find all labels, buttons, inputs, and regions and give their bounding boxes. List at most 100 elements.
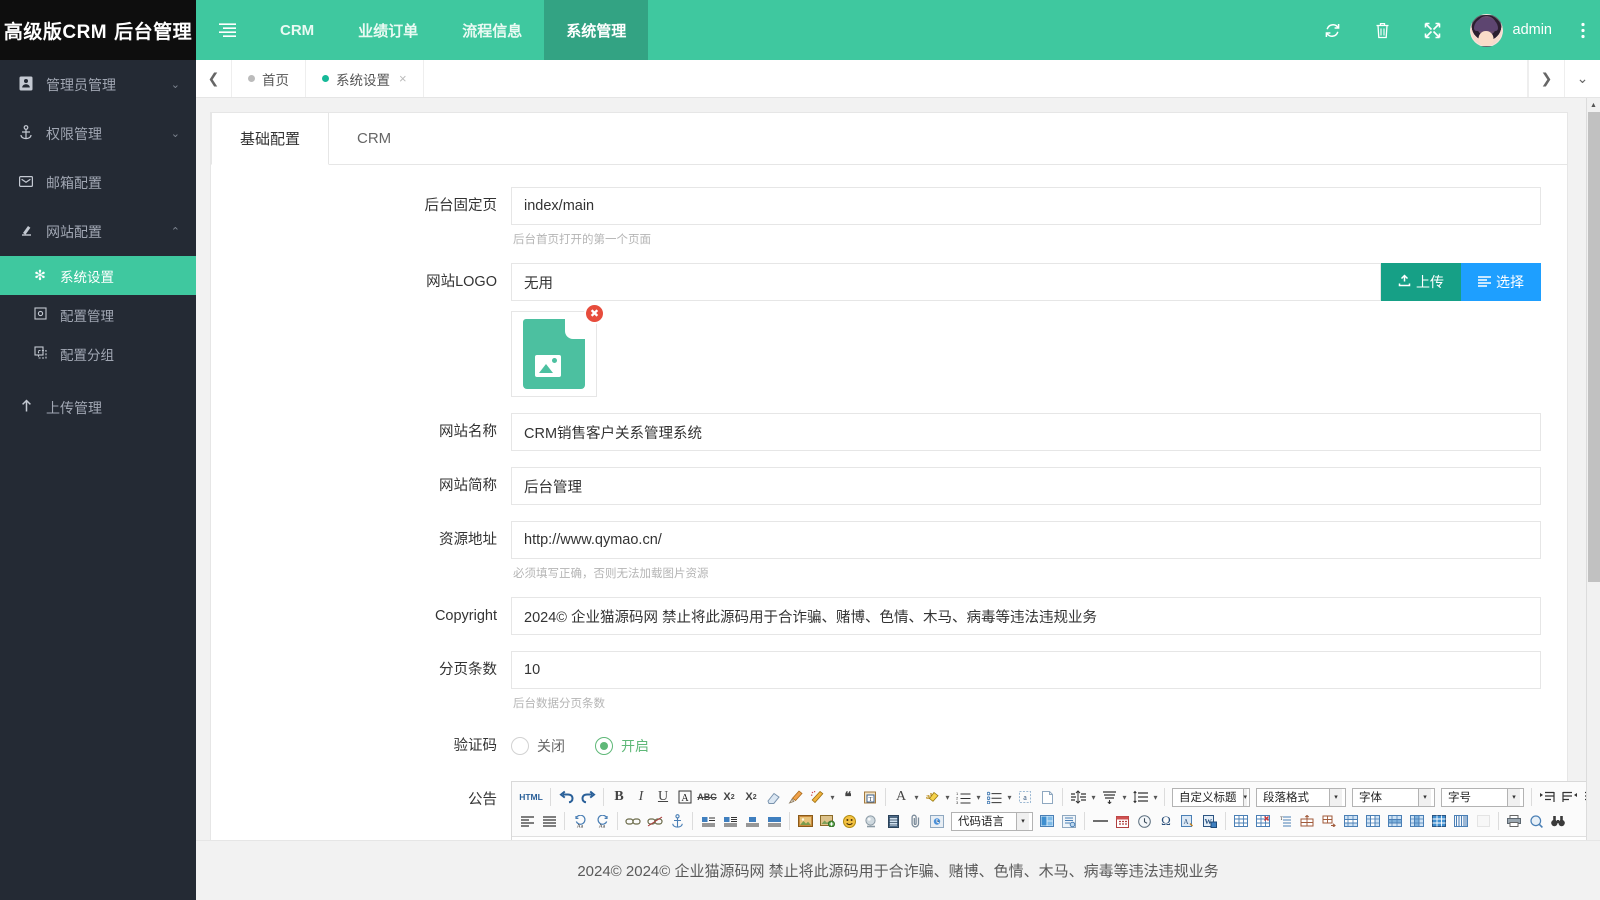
omega-icon[interactable]: Ω bbox=[1155, 810, 1177, 832]
logo-thumbnail[interactable]: ✖ bbox=[511, 311, 597, 397]
chevron-down-icon[interactable]: ▾ bbox=[1120, 786, 1129, 808]
code-icon[interactable] bbox=[926, 810, 948, 832]
code-language-select[interactable]: 代码语言 ▾ bbox=[951, 812, 1033, 831]
background-color-icon[interactable]: ab bbox=[921, 786, 943, 808]
sidebar-item-upload-management[interactable]: 上传管理 bbox=[0, 383, 196, 432]
table-delete-icon[interactable] bbox=[1252, 810, 1274, 832]
anchor-letter-icon[interactable]: a bbox=[1014, 786, 1036, 808]
paste-text-icon[interactable]: T bbox=[859, 786, 881, 808]
table-full-icon[interactable] bbox=[1428, 810, 1450, 832]
indent-spacing-icon[interactable] bbox=[1129, 786, 1151, 808]
rich-text-editor[interactable]: HTML B I U A ABC X2 bbox=[511, 781, 1586, 840]
map-icon[interactable] bbox=[1036, 810, 1058, 832]
topnav-item-performance-orders[interactable]: 业绩订单 bbox=[336, 0, 440, 60]
fullscreen-icon[interactable] bbox=[1408, 0, 1458, 60]
menu-icon[interactable] bbox=[196, 0, 258, 60]
tab-basic-config[interactable]: 基础配置 bbox=[211, 113, 329, 165]
unlink-icon[interactable] bbox=[644, 810, 666, 832]
print-icon[interactable] bbox=[1503, 810, 1525, 832]
emoji-icon[interactable] bbox=[838, 810, 860, 832]
undo-icon[interactable] bbox=[555, 786, 577, 808]
html-source-button[interactable]: HTML bbox=[516, 786, 546, 808]
site-logo-input[interactable] bbox=[511, 263, 1381, 301]
table-props-icon[interactable]: T bbox=[1274, 810, 1296, 832]
sidebar-item-config-management[interactable]: 配置管理 bbox=[0, 295, 196, 334]
attachment-icon[interactable] bbox=[904, 810, 926, 832]
page-size-input[interactable] bbox=[511, 651, 1541, 689]
font-family-select[interactable]: 字体 ▾ bbox=[1352, 788, 1435, 807]
image-add-icon[interactable] bbox=[816, 810, 838, 832]
paragraph-format-select[interactable]: 段落格式 ▾ bbox=[1256, 788, 1346, 807]
img-center-icon[interactable] bbox=[741, 810, 763, 832]
paragraph-spacing-icon[interactable] bbox=[1098, 786, 1120, 808]
more-vertical-icon[interactable] bbox=[1566, 0, 1600, 60]
delete-row-icon[interactable] bbox=[1384, 810, 1406, 832]
clock-icon[interactable] bbox=[1133, 810, 1155, 832]
sidebar-item-mail-config[interactable]: 邮箱配置 bbox=[0, 158, 196, 207]
sidebar-item-admin-management[interactable]: 管理员管理 ⌄ bbox=[0, 60, 196, 109]
brand-logo[interactable]: 高级版CRM 后台管理 bbox=[0, 0, 196, 60]
select-button[interactable]: 选择 bbox=[1461, 263, 1541, 301]
webcam-icon[interactable] bbox=[860, 810, 882, 832]
line-height-icon[interactable] bbox=[1067, 786, 1089, 808]
chevron-left-icon[interactable]: ❮ bbox=[196, 60, 232, 97]
copyright-input[interactable] bbox=[511, 597, 1541, 635]
chevron-down-icon[interactable]: ▾ bbox=[912, 786, 921, 808]
sitemap-icon[interactable] bbox=[1058, 810, 1080, 832]
eraser-icon[interactable] bbox=[762, 786, 784, 808]
bold-icon[interactable]: B bbox=[608, 786, 630, 808]
chevron-down-icon[interactable]: ▾ bbox=[828, 786, 837, 808]
homepage-input[interactable] bbox=[511, 187, 1541, 225]
split-cell-icon[interactable] bbox=[1318, 810, 1340, 832]
word-import-icon[interactable]: W bbox=[1199, 810, 1221, 832]
align-left-icon[interactable] bbox=[516, 810, 538, 832]
avatar[interactable] bbox=[1470, 14, 1503, 47]
hr-icon[interactable] bbox=[1089, 810, 1111, 832]
chevron-down-icon[interactable]: ▾ bbox=[1151, 786, 1160, 808]
scroll-up-button[interactable]: ▲ bbox=[1587, 98, 1600, 112]
link-icon[interactable] bbox=[622, 810, 644, 832]
upload-button[interactable]: 上传 bbox=[1381, 263, 1461, 301]
tab-crm[interactable]: CRM bbox=[329, 113, 419, 164]
resource-url-input[interactable] bbox=[511, 521, 1541, 559]
img-block-icon[interactable] bbox=[763, 810, 785, 832]
chevron-down-icon[interactable]: ▾ bbox=[974, 786, 983, 808]
trash-icon[interactable] bbox=[1358, 0, 1408, 60]
captcha-radio-off[interactable] bbox=[511, 737, 529, 755]
chevron-down-icon[interactable]: ▾ bbox=[1005, 786, 1014, 808]
refresh-icon[interactable] bbox=[1308, 0, 1358, 60]
close-icon[interactable]: × bbox=[399, 71, 407, 86]
video-icon[interactable] bbox=[882, 810, 904, 832]
delete-col-icon[interactable] bbox=[1406, 810, 1428, 832]
underline-icon[interactable]: U bbox=[652, 786, 674, 808]
ordered-list-icon[interactable]: 123 bbox=[952, 786, 974, 808]
sidebar-item-website-config[interactable]: 网站配置 ⌃ bbox=[0, 207, 196, 256]
calendar-icon[interactable] bbox=[1111, 810, 1133, 832]
image-icon[interactable] bbox=[794, 810, 816, 832]
site-name-input[interactable] bbox=[511, 413, 1541, 451]
case-upper-icon[interactable]: Aa bbox=[569, 810, 591, 832]
img-right-icon[interactable] bbox=[719, 810, 741, 832]
remove-logo-button[interactable]: ✖ bbox=[584, 303, 605, 324]
table-icon[interactable] bbox=[1230, 810, 1252, 832]
table-striped-icon[interactable] bbox=[1450, 810, 1472, 832]
chevron-right-icon[interactable]: ❯ bbox=[1528, 60, 1564, 97]
anchor-icon[interactable] bbox=[666, 810, 688, 832]
subscript-icon[interactable]: X2 bbox=[740, 786, 762, 808]
img-left-icon[interactable] bbox=[697, 810, 719, 832]
align-justify-icon[interactable] bbox=[538, 810, 560, 832]
topnav-item-system-management[interactable]: 系统管理 bbox=[544, 0, 648, 60]
direction-ltr-icon[interactable] bbox=[1536, 786, 1558, 808]
chevron-down-icon[interactable]: ▾ bbox=[943, 786, 952, 808]
quote-icon[interactable]: ❝ bbox=[837, 786, 859, 808]
sidebar-item-system-settings[interactable]: ✻ 系统设置 bbox=[0, 256, 196, 295]
italic-icon[interactable]: I bbox=[630, 786, 652, 808]
chevron-down-icon[interactable]: ▾ bbox=[1089, 786, 1098, 808]
binoculars-icon[interactable] bbox=[1547, 810, 1569, 832]
topnav-item-process-info[interactable]: 流程信息 bbox=[440, 0, 544, 60]
font-size-select[interactable]: 字号 ▾ bbox=[1441, 788, 1524, 807]
chevron-down-icon[interactable]: ⌄ bbox=[1564, 60, 1600, 97]
redo-icon[interactable] bbox=[577, 786, 599, 808]
sidebar-item-config-group[interactable]: 配置分组 bbox=[0, 334, 196, 373]
insert-col-icon[interactable] bbox=[1362, 810, 1384, 832]
